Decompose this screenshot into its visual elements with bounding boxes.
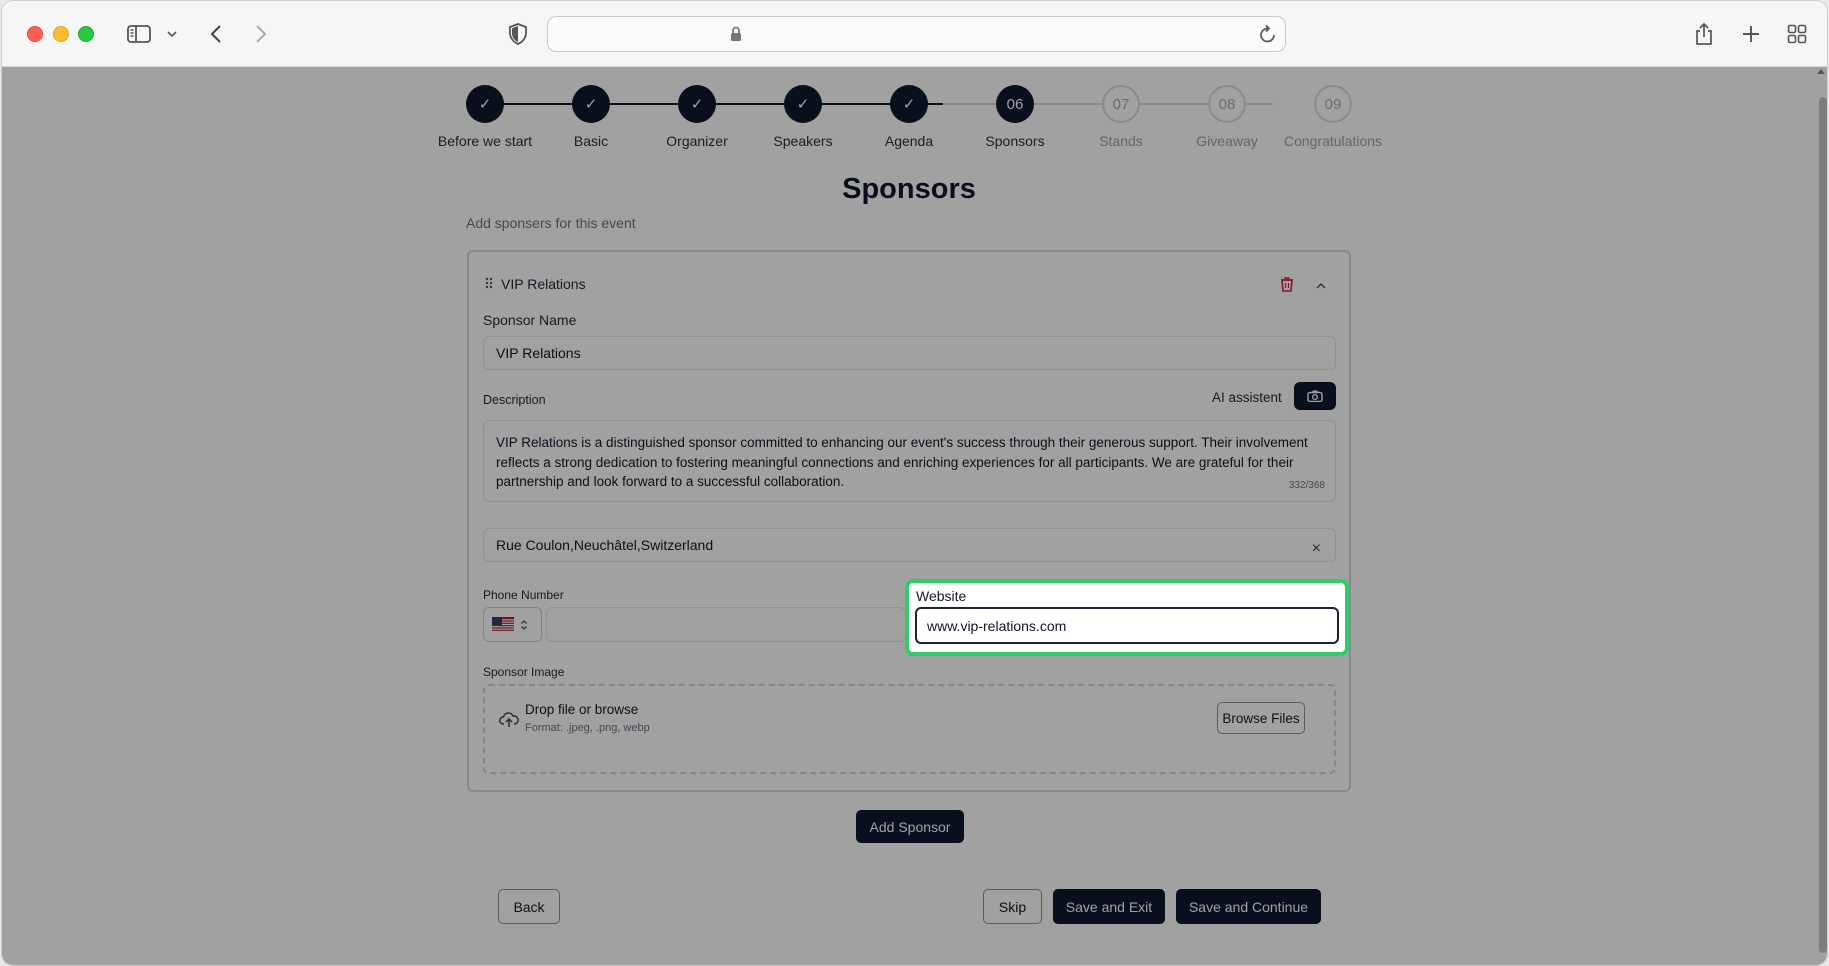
image-drop-zone[interactable]: Drop file or browse Format: .jpeg, .png,… [483,684,1336,774]
tab-overview-icon[interactable] [1785,19,1809,49]
sponsor-card: VIP Relations Sponsor Name VIP Relations… [467,250,1351,792]
phone-number-label: Phone Number [483,588,564,602]
cloud-upload-icon [499,712,519,733]
sidebar-toggle-icon[interactable] [126,19,152,49]
zoom-window-button[interactable] [78,26,94,42]
step-congratulations[interactable]: 09 Congratulations [1263,85,1403,149]
page-content: ✓ Before we start ✓ Basic ✓ Organizer ✓ … [359,67,1459,965]
step-check-icon: ✓ [678,85,716,123]
page-title: Sponsors [842,173,976,205]
scroll-up-arrow-icon[interactable] [1817,69,1825,74]
chevron-up-icon[interactable] [1315,278,1327,296]
page-subtitle: Add sponsers for this event [466,215,636,231]
drop-format-hint: Format: .jpeg, .png, webp [525,722,650,734]
sponsor-name-input[interactable]: VIP Relations [483,336,1336,370]
step-number: 06 [996,85,1034,123]
phone-number-input[interactable] [546,607,906,642]
char-counter: 332/368 [1288,479,1325,491]
drag-handle-icon[interactable] [485,276,493,292]
chevron-down-icon[interactable] [164,19,180,49]
step-check-icon: ✓ [572,85,610,123]
skip-button[interactable]: Skip [983,889,1042,924]
step-check-icon: ✓ [890,85,928,123]
save-and-continue-button[interactable]: Save and Continue [1176,889,1321,924]
new-tab-icon[interactable] [1739,19,1763,49]
website-field-highlight: Website www.vip-relations.com [905,579,1349,656]
description-textarea[interactable]: VIP Relations is a distinguished sponsor… [483,420,1336,502]
website-label: Website [916,588,967,604]
web-viewport: ✓ Before we start ✓ Basic ✓ Organizer ✓ … [2,67,1827,965]
drop-title: Drop file or browse [525,702,639,717]
scrollbar-thumb[interactable] [1819,97,1827,953]
clear-address-icon[interactable]: × [1312,540,1321,558]
camera-icon [1307,390,1323,402]
browser-window: ✓ Before we start ✓ Basic ✓ Organizer ✓ … [1,0,1828,966]
country-code-select[interactable] [483,607,542,642]
step-check-icon: ✓ [784,85,822,123]
address-bar[interactable] [547,16,1286,52]
ai-assistant-button[interactable] [1294,382,1336,410]
description-text: VIP Relations is a distinguished sponsor… [496,435,1308,489]
browser-toolbar [2,1,1827,67]
step-number: 08 [1208,85,1246,123]
updown-chevron-icon [521,619,527,630]
description-label: Description [483,393,546,407]
us-flag-icon [492,617,514,632]
add-sponsor-button[interactable]: Add Sponsor [856,810,964,843]
step-check-icon: ✓ [466,85,504,123]
trash-icon[interactable] [1280,276,1294,297]
sponsor-image-label: Sponsor Image [483,665,565,679]
ai-assistant-label: AI assistent [1212,390,1282,405]
back-button[interactable]: Back [498,889,560,924]
step-number: 09 [1314,85,1352,123]
close-window-button[interactable] [27,26,43,42]
back-arrow-icon[interactable] [204,19,228,49]
privacy-shield-icon[interactable] [506,19,530,49]
sponsor-card-title: VIP Relations [501,276,586,292]
address-input[interactable]: Rue Coulon,Neuchâtel,Switzerland × [483,528,1336,562]
sponsor-card-header[interactable]: VIP Relations [485,276,586,292]
address-text: Rue Coulon,Neuchâtel,Switzerland [496,537,714,553]
forward-arrow-icon[interactable] [249,19,273,49]
share-icon[interactable] [1692,19,1716,49]
minimize-window-button[interactable] [53,26,69,42]
step-label: Congratulations [1283,133,1383,149]
browse-files-button[interactable]: Browse Files [1217,702,1305,734]
lock-icon [730,26,742,47]
step-number: 07 [1102,85,1140,123]
sponsor-name-label: Sponsor Name [483,312,577,328]
reload-icon[interactable] [1259,24,1277,49]
save-and-exit-button[interactable]: Save and Exit [1053,889,1165,924]
website-input[interactable]: www.vip-relations.com [915,607,1339,644]
